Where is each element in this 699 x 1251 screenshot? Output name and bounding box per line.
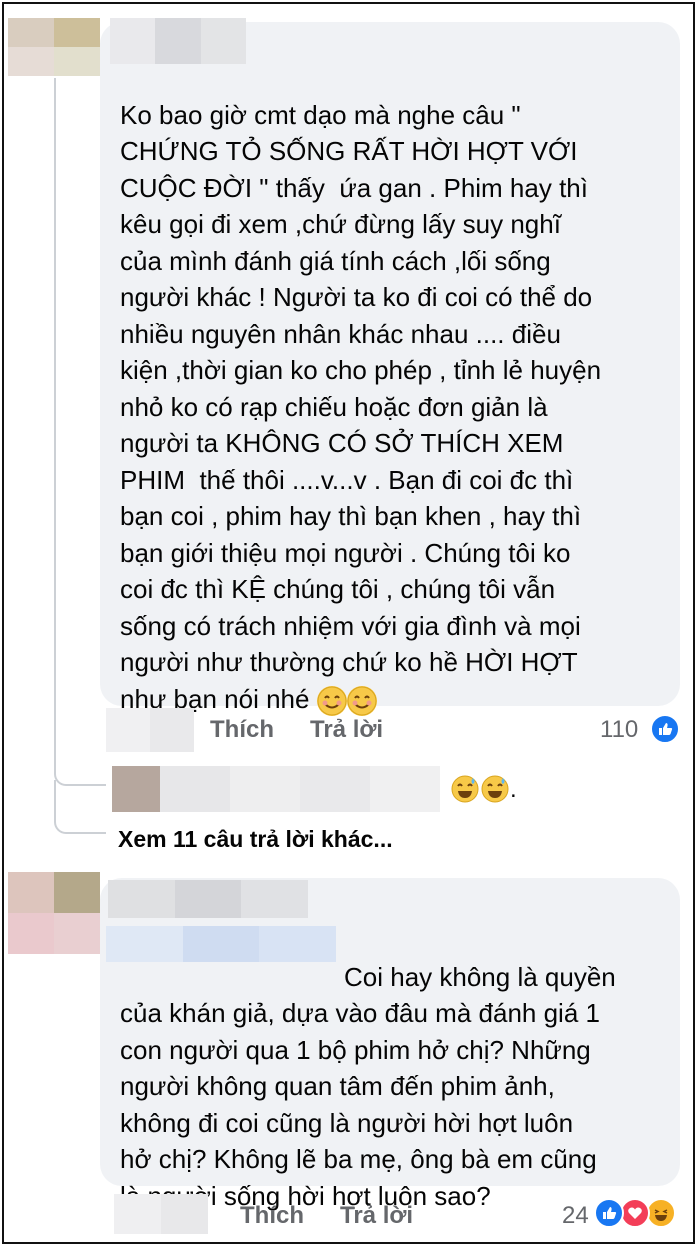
- sweat-smile-emoji: [481, 775, 509, 803]
- thread-line: [54, 78, 56, 768]
- reply-button[interactable]: Trả lời: [310, 716, 383, 744]
- reply-button[interactable]: Trả lời: [340, 1202, 413, 1230]
- comment-body: Coi hay không là quyền của khán giả, dựa…: [120, 961, 616, 1211]
- commenter-name-blurred[interactable]: [110, 18, 246, 64]
- comment-body: Ko bao giờ cmt dạo mà nghe câu " CHỨNG T…: [120, 99, 602, 714]
- smile-emoji: [316, 685, 347, 716]
- avatar[interactable]: [8, 18, 100, 76]
- avatar[interactable]: [8, 872, 100, 954]
- sweat-smile-emoji: [451, 775, 479, 803]
- reaction-icons[interactable]: [594, 1198, 684, 1228]
- reply-preview-text: .: [510, 776, 517, 803]
- comment-timestamp-blurred: [114, 1194, 208, 1234]
- like-icon[interactable]: [650, 714, 680, 744]
- comment-text: Ko bao giờ cmt dạo mà nghe câu " CHỨNG T…: [120, 60, 680, 717]
- reply-preview-blurred[interactable]: [112, 766, 440, 812]
- commenter-name-blurred[interactable]: [108, 880, 309, 918]
- view-more-replies-link[interactable]: Xem 11 câu trả lời khác...: [118, 826, 393, 853]
- reaction-count[interactable]: 110: [600, 716, 638, 744]
- reaction-count[interactable]: 24: [562, 1202, 589, 1230]
- like-button[interactable]: Thích: [210, 716, 274, 744]
- haha-icon: [646, 1198, 676, 1228]
- like-button[interactable]: Thích: [240, 1202, 304, 1230]
- smile-emoji: [346, 685, 377, 716]
- love-icon: [620, 1198, 650, 1228]
- comment-timestamp-blurred: [106, 708, 194, 752]
- thread-connector: [54, 780, 106, 834]
- like-icon: [594, 1198, 624, 1228]
- reply-preview-emojis: .: [450, 774, 517, 804]
